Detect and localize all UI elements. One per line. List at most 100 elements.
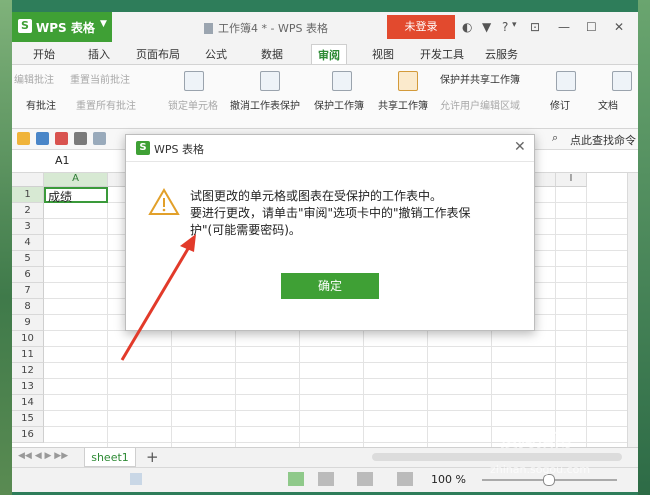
ribbon-tabs: 开始 插入 页面布局 公式 数据 审阅 视图 开发工具 云服务 (12, 42, 638, 65)
dialog-message: 试图更改的单元格或图表在受保护的工作表中。 要进行更改，请单击"审阅"选项卡中的… (190, 188, 510, 239)
maximize-icon[interactable]: ☐ (586, 20, 597, 34)
tab-home[interactable]: 开始 (33, 46, 55, 62)
cell-a1-value[interactable]: 成绩 (48, 188, 72, 205)
grid-col-line (107, 187, 108, 447)
tab-developer[interactable]: 开发工具 (420, 46, 464, 62)
dialog-title: WPS 表格 (154, 143, 204, 156)
document-title-text: 工作簿4 * - WPS 表格 (218, 22, 328, 35)
watermark: 搜狗指南 (500, 430, 572, 451)
row-header-15[interactable]: 15 (12, 411, 44, 427)
row-header-14[interactable]: 14 (12, 395, 44, 411)
all-comments-button[interactable]: 有批注 (26, 97, 56, 112)
reset-all-comments-button[interactable]: 重置所有批注 (76, 97, 136, 112)
share-workbook-icon (398, 71, 418, 91)
allow-edit-ranges-button[interactable]: 允许用户编辑区域 (440, 97, 520, 112)
column-header-i[interactable]: I (556, 173, 587, 187)
skin-icon[interactable]: ◐ (462, 20, 472, 34)
wps-logo-icon: S (18, 19, 32, 33)
sheet-tab-sheet1[interactable]: sheet1 (84, 448, 136, 467)
document-button[interactable]: 文档 (598, 97, 618, 112)
document-compare-icon (612, 71, 632, 91)
horizontal-scrollbar[interactable] (372, 453, 622, 461)
title-bar: S WPS 表格 ▼ 工作簿4 * - WPS 表格 未登录 ◐ ▼ ? ▾ ⊡… (12, 12, 638, 42)
page-break-view-icon[interactable] (318, 472, 334, 486)
share-workbook-button[interactable]: 共享工作簿 (378, 97, 428, 112)
name-box[interactable]: A1 (55, 154, 70, 167)
zoom-level[interactable]: 100 % (431, 473, 466, 486)
row-header-16[interactable]: 16 (12, 427, 44, 443)
tab-page-layout[interactable]: 页面布局 (136, 46, 180, 62)
tab-cloud[interactable]: 云服务 (485, 46, 518, 62)
app-window: S WPS 表格 ▼ 工作簿4 * - WPS 表格 未登录 ◐ ▼ ? ▾ ⊡… (12, 12, 638, 492)
app-menu-button[interactable]: S WPS 表格 ▼ (12, 12, 112, 42)
reset-current-comment-button[interactable]: 重置当前批注 (70, 71, 130, 86)
tab-data[interactable]: 数据 (261, 46, 283, 62)
unprotect-sheet-button[interactable]: 撤消工作表保护 (230, 97, 300, 112)
open-icon[interactable] (17, 132, 30, 145)
grid-col-line (555, 187, 556, 447)
add-sheet-icon[interactable]: + (146, 448, 159, 466)
document-icon (204, 23, 213, 34)
print-icon[interactable] (74, 132, 87, 145)
app-name: WPS 表格 (36, 21, 95, 35)
print-preview-icon[interactable] (93, 132, 106, 145)
row-header-3[interactable]: 3 (12, 219, 44, 235)
tab-formulas[interactable]: 公式 (205, 46, 227, 62)
vertical-scrollbar[interactable] (627, 173, 638, 447)
tab-insert[interactable]: 插入 (88, 46, 110, 62)
row-header-2[interactable]: 2 (12, 203, 44, 219)
layout-view-icon[interactable] (357, 472, 373, 486)
row-header-11[interactable]: 11 (12, 347, 44, 363)
message-line-3: 护"(可能需要密码)。 (190, 223, 301, 237)
help-icon[interactable]: ? (502, 20, 508, 34)
save-icon[interactable] (36, 132, 49, 145)
edit-comment-button[interactable]: 编辑批注 (14, 71, 54, 86)
search-command-field[interactable]: 点此查找命令 (570, 132, 636, 148)
export-pdf-icon[interactable] (55, 132, 68, 145)
column-header-a[interactable]: A (44, 173, 108, 187)
row-header-9[interactable]: 9 (12, 315, 44, 331)
corner-select-all[interactable] (12, 173, 44, 187)
track-changes-button[interactable]: 修订 (550, 97, 570, 112)
row-header-12[interactable]: 12 (12, 363, 44, 379)
sheet-nav-arrows-icon[interactable]: ◀◀ ◀ ▶ ▶▶ (18, 451, 68, 461)
row-header-8[interactable]: 8 (12, 299, 44, 315)
search-icon[interactable]: ⌕ (552, 131, 558, 145)
row-header-1[interactable]: 1 (12, 187, 44, 203)
watermark-url: zhinan.sogou.com (490, 463, 591, 476)
close-icon[interactable]: ✕ (614, 20, 624, 34)
dialog-close-icon[interactable]: ✕ (514, 139, 526, 155)
reading-view-icon[interactable] (397, 472, 413, 486)
restore-ribbon-icon[interactable]: ⊡ (530, 20, 540, 34)
protect-workbook-button[interactable]: 保护工作簿 (314, 97, 364, 112)
row-header-7[interactable]: 7 (12, 283, 44, 299)
desktop-background-right (638, 0, 650, 495)
lock-cell-icon (184, 71, 204, 91)
message-line-1: 试图更改的单元格或图表在受保护的工作表中。 (190, 189, 443, 203)
protect-and-share-button[interactable]: 保护并共享工作簿 (440, 71, 520, 86)
wps-logo-icon: S (136, 141, 150, 155)
shirt-icon[interactable]: ▼ (482, 20, 491, 34)
help-dropdown-icon[interactable]: ▾ (512, 20, 517, 30)
ok-button[interactable]: 确定 (281, 273, 379, 299)
grid-col-line (586, 187, 587, 447)
protected-sheet-dialog: S WPS 表格 ✕ 试图更改的单元格或图表在受保护的工作表中。 要进行更改，请… (125, 134, 535, 331)
lock-cell-button[interactable]: 锁定单元格 (168, 97, 218, 112)
row-header-6[interactable]: 6 (12, 267, 44, 283)
page-icon[interactable] (130, 473, 142, 485)
tab-review[interactable]: 审阅 (311, 44, 347, 64)
unprotect-sheet-icon (260, 71, 280, 91)
tab-view[interactable]: 视图 (372, 46, 394, 62)
track-changes-icon (556, 71, 576, 91)
grid-row-line (44, 410, 627, 411)
grid-row-line (44, 346, 627, 347)
row-header-4[interactable]: 4 (12, 235, 44, 251)
normal-view-icon[interactable] (288, 472, 304, 486)
row-header-5[interactable]: 5 (12, 251, 44, 267)
grid-row-line (44, 394, 627, 395)
row-header-13[interactable]: 13 (12, 379, 44, 395)
desktop-background-left (0, 0, 12, 495)
login-button[interactable]: 未登录 (387, 15, 455, 39)
row-header-10[interactable]: 10 (12, 331, 44, 347)
minimize-icon[interactable]: — (558, 20, 570, 34)
